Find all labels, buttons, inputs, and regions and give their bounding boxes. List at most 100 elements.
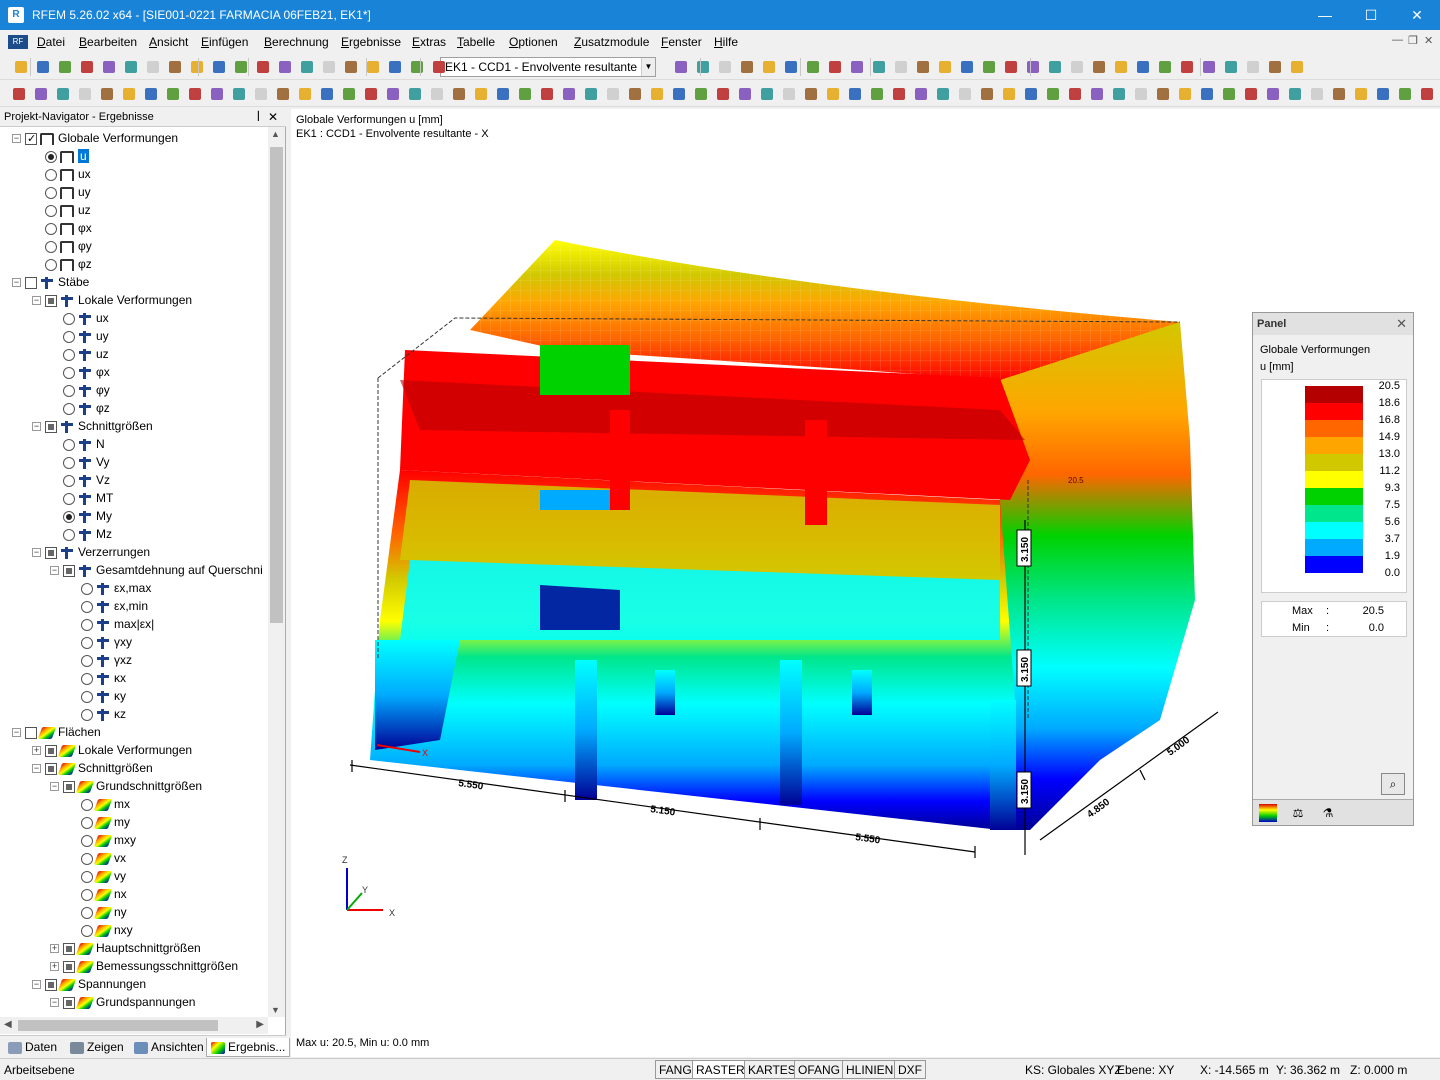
chevron-down-icon[interactable]: ▼	[641, 58, 655, 76]
toolbar-button[interactable]	[164, 85, 182, 103]
toolbar-button[interactable]	[166, 58, 184, 76]
toolbar-button[interactable]	[516, 85, 534, 103]
tree-item[interactable]: − Lokale Verformungen	[32, 291, 192, 309]
collapse-icon[interactable]: −	[32, 980, 41, 990]
toolbar-button[interactable]	[362, 85, 380, 103]
menu-ansicht[interactable]: Ansicht	[149, 35, 188, 49]
toolbar-button[interactable]	[32, 85, 50, 103]
toolbar-button[interactable]	[1374, 85, 1392, 103]
radio-button[interactable]	[63, 384, 75, 397]
tree-item[interactable]: Vy	[63, 453, 110, 471]
toolbar-button[interactable]	[1154, 85, 1172, 103]
toolbar-button[interactable]	[846, 85, 864, 103]
toolbar-button[interactable]	[274, 85, 292, 103]
toolbar-button[interactable]	[384, 85, 402, 103]
tree-item[interactable]: φz	[45, 255, 92, 273]
radio-button[interactable]	[81, 636, 93, 649]
checkbox[interactable]	[63, 996, 75, 1009]
toolbar-button[interactable]	[714, 85, 732, 103]
checkbox[interactable]	[63, 780, 75, 793]
tab-ansichten[interactable]: Ansichten	[130, 1038, 208, 1057]
toolbar-button[interactable]	[142, 85, 160, 103]
collapse-icon[interactable]: −	[32, 422, 41, 432]
scroll-up-icon[interactable]: ▲	[271, 129, 280, 139]
toolbar-button[interactable]	[692, 85, 710, 103]
radio-button[interactable]	[45, 150, 57, 163]
collapse-icon[interactable]: −	[32, 296, 41, 306]
expand-icon[interactable]: +	[50, 962, 59, 972]
toolbar-button[interactable]	[848, 58, 866, 76]
tree-item[interactable]: Vz	[63, 471, 110, 489]
toolbar-button[interactable]	[254, 58, 272, 76]
radio-button[interactable]	[63, 456, 75, 469]
radio-button[interactable]	[81, 834, 93, 847]
radio-button[interactable]	[63, 312, 75, 325]
menu-einfuegen[interactable]: Einfügen	[201, 35, 248, 49]
toolbar-button[interactable]	[1088, 85, 1106, 103]
toolbar-button[interactable]	[1112, 58, 1130, 76]
checkbox[interactable]	[63, 942, 75, 955]
toggle-fang[interactable]: FANG	[655, 1060, 696, 1079]
checkbox[interactable]	[45, 546, 57, 559]
toolbar-button[interactable]	[296, 85, 314, 103]
scroll-down-icon[interactable]: ▼	[271, 1005, 280, 1015]
tree-item[interactable]: κx	[81, 669, 126, 687]
tree-item[interactable]: − Grundspannungen	[50, 993, 195, 1011]
radio-button[interactable]	[81, 582, 93, 595]
toolbar-button[interactable]	[1308, 85, 1326, 103]
doc-close-icon[interactable]: ✕	[1424, 34, 1433, 47]
collapse-icon[interactable]: −	[12, 728, 21, 738]
scroll-left-icon[interactable]: ◀	[4, 1019, 12, 1030]
menu-hilfe[interactable]: Hilfe	[714, 35, 738, 49]
toolbar-button[interactable]	[1396, 85, 1414, 103]
toolbar-button[interactable]	[890, 85, 908, 103]
tree-item[interactable]: u	[45, 147, 89, 165]
toolbar-button[interactable]	[538, 85, 556, 103]
toolbar-button[interactable]	[298, 58, 316, 76]
toolbar-button[interactable]	[802, 85, 820, 103]
toolbar-button[interactable]	[1198, 85, 1216, 103]
collapse-icon[interactable]: −	[32, 548, 41, 558]
radio-button[interactable]	[63, 366, 75, 379]
toggle-hlinien[interactable]: HLINIEN	[842, 1060, 898, 1079]
toolbar-button[interactable]	[1110, 85, 1128, 103]
menu-bearbeiten[interactable]: Bearbeiten	[79, 35, 137, 49]
zoom-icon[interactable]: ⌕	[1381, 773, 1405, 795]
toolbar-button[interactable]	[342, 58, 360, 76]
toolbar-button[interactable]	[406, 85, 424, 103]
toolbar-button[interactable]	[408, 58, 426, 76]
toolbar-button[interactable]	[1200, 58, 1218, 76]
toolbar-button[interactable]	[1022, 85, 1040, 103]
tree-item[interactable]: MT	[63, 489, 113, 507]
radio-button[interactable]	[81, 888, 93, 901]
toolbar-button[interactable]	[318, 85, 336, 103]
toolbar-button[interactable]	[1044, 85, 1062, 103]
toolbar-button[interactable]	[978, 85, 996, 103]
tree-item[interactable]: ny	[81, 903, 127, 921]
toolbar-button[interactable]	[122, 58, 140, 76]
tree-item[interactable]: − Flächen	[12, 723, 101, 741]
toolbar-button[interactable]	[892, 58, 910, 76]
toolbar-button[interactable]	[672, 58, 690, 76]
close-button[interactable]: ✕	[1394, 0, 1440, 30]
tree-item[interactable]: uy	[45, 183, 91, 201]
load-case-combo[interactable]: EK1 - CCD1 - Envolvente resultante - X ▼	[440, 57, 656, 77]
menu-fenster[interactable]: Fenster	[661, 35, 702, 49]
checkbox[interactable]	[63, 564, 75, 577]
toolbar-button[interactable]	[210, 58, 228, 76]
doc-minimize-icon[interactable]: —	[1392, 34, 1403, 46]
tree-item[interactable]: mx	[81, 795, 130, 813]
toolbar-button[interactable]	[648, 85, 666, 103]
menu-datei[interactable]: Datei	[37, 35, 65, 49]
tab-daten[interactable]: Daten	[4, 1038, 61, 1057]
radio-button[interactable]	[63, 438, 75, 451]
toolbar-button[interactable]	[188, 58, 206, 76]
tree-item[interactable]: φy	[45, 237, 92, 255]
vertical-scrollbar[interactable]: ▲ ▼	[268, 127, 285, 1017]
collapse-icon[interactable]: −	[12, 134, 21, 144]
toolbar-button[interactable]	[914, 58, 932, 76]
toolbar-button[interactable]	[826, 58, 844, 76]
tree-item[interactable]: − Grundschnittgrößen	[50, 777, 202, 795]
collapse-icon[interactable]: −	[50, 998, 59, 1008]
tree-item[interactable]: + Bemessungsschnittgrößen	[50, 957, 238, 975]
